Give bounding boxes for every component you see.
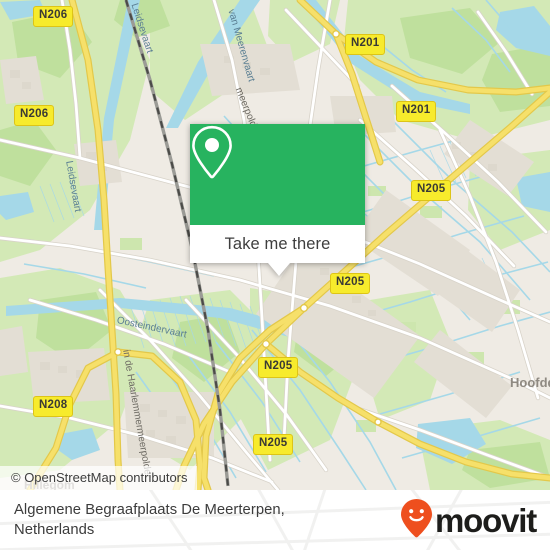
road-shield: N205 xyxy=(411,180,452,201)
road-shield: N205 xyxy=(330,273,371,294)
callout-pointer-tail xyxy=(268,263,290,276)
callout-icon-panel xyxy=(190,124,365,225)
road-shield: N208 xyxy=(33,396,74,417)
place-name-title: Algemene Begraafplaats De Meerterpen, Ne… xyxy=(14,502,285,538)
road-shield: N205 xyxy=(258,357,299,378)
moovit-logo[interactable]: moovit xyxy=(400,498,537,543)
moovit-map-share-card: Leidsevaart van Meerenvaart meerpolder Leid… xyxy=(0,0,550,550)
destination-callout-card[interactable]: Take me there xyxy=(190,124,365,276)
map-canvas[interactable]: Leidsevaart van Meerenvaart meerpolder Leid… xyxy=(0,0,550,490)
footer-bar: Algemene Begraafplaats De Meerterpen, Ne… xyxy=(0,490,550,550)
road-shield: N201 xyxy=(345,34,386,55)
osm-attribution[interactable]: © OpenStreetMap contributors xyxy=(0,466,197,490)
road-shield: N206 xyxy=(14,105,55,126)
road-shield: N205 xyxy=(253,434,294,455)
moovit-smiley-pin-icon xyxy=(400,498,433,543)
take-me-there-label: Take me there xyxy=(224,234,331,253)
road-shield: N206 xyxy=(33,6,74,27)
moovit-wordmark: moovit xyxy=(435,501,537,539)
road-shield: N201 xyxy=(396,101,437,122)
take-me-there-button[interactable]: Take me there xyxy=(190,225,365,263)
